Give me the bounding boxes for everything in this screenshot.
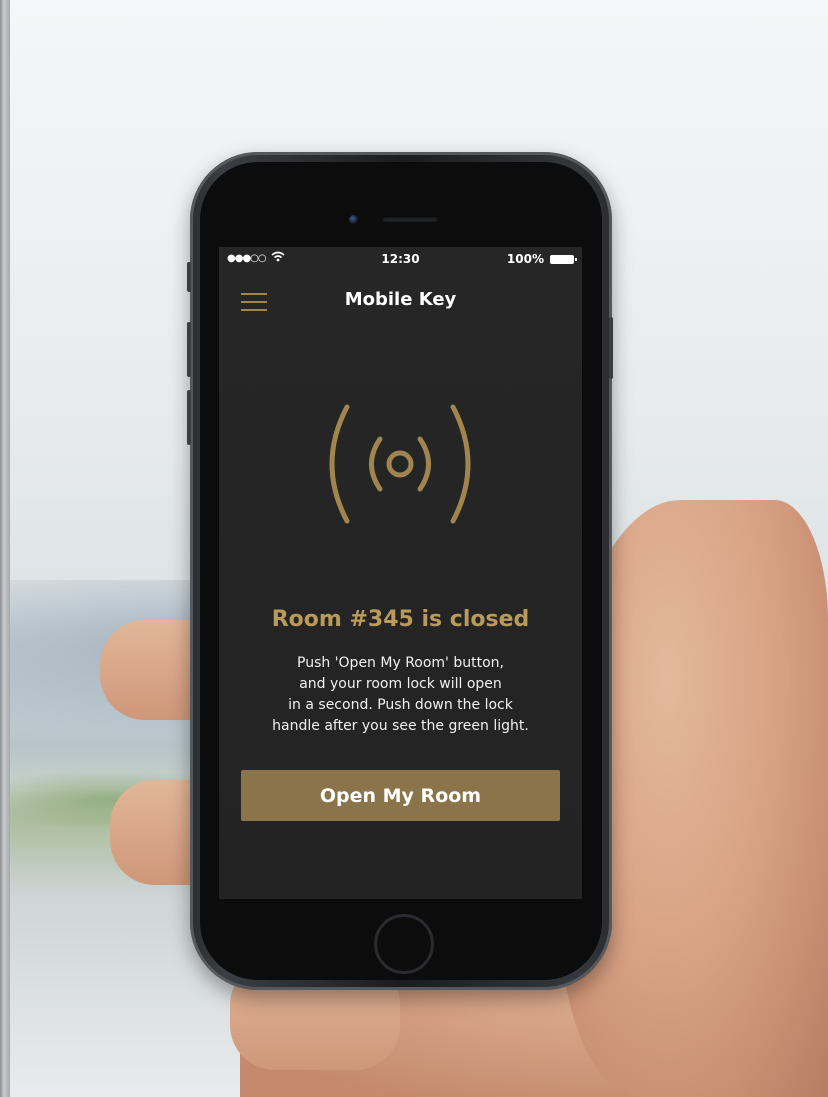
mute-switch (187, 262, 191, 292)
front-camera-icon (349, 215, 358, 224)
instructions-line: and your room lock will open (299, 676, 502, 692)
instructions-line: handle after you see the green light. (272, 718, 529, 734)
app-screen: ●●●○○ 12:30 100% Mobile Key Room #345 is… (219, 247, 582, 899)
instructions-line: in a second. Push down the lock (288, 697, 513, 713)
volume-down-button (187, 390, 191, 445)
earpiece-speaker (382, 216, 438, 222)
open-my-room-button[interactable]: Open My Room (241, 770, 560, 821)
home-button[interactable] (374, 914, 434, 974)
status-bar: ●●●○○ 12:30 100% (219, 247, 582, 271)
wireless-signal-icon (329, 404, 471, 524)
nav-bar: Mobile Key (219, 281, 582, 317)
room-status-title: Room #345 is closed (271, 607, 530, 632)
battery-percentage: 100% (506, 252, 544, 266)
volume-up-button (187, 322, 191, 377)
instructions-line: Push 'Open My Room' button, (297, 655, 504, 671)
power-button (609, 317, 613, 379)
background-wall-edge (0, 0, 10, 1097)
page-title: Mobile Key (344, 289, 457, 310)
battery-icon (550, 255, 577, 264)
instructions-text: Push 'Open My Room' button, and your roo… (239, 653, 562, 737)
